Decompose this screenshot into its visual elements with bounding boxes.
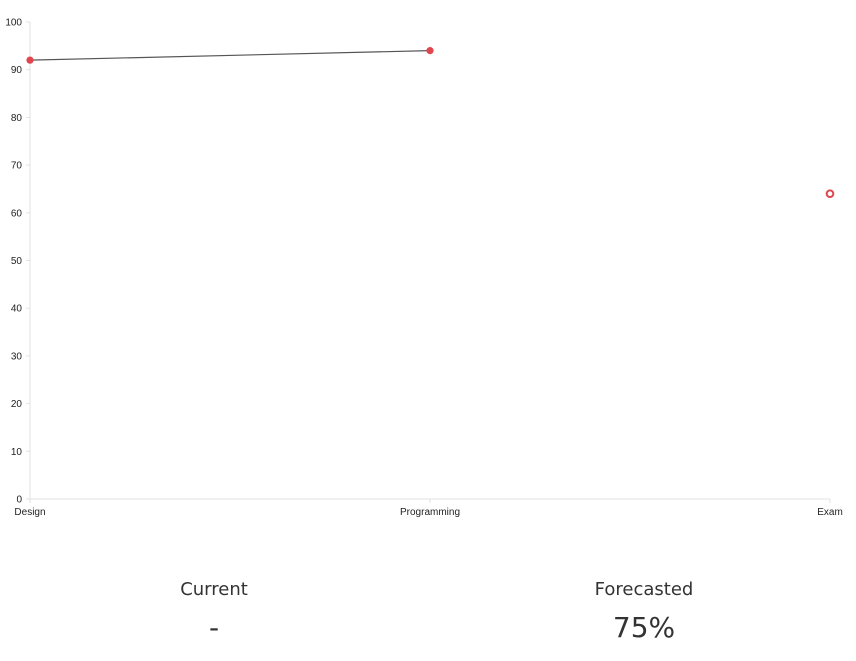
line-chart: 0 10 20 30 40 50 60 70 80 90 100 Design Programming E… [5,18,843,519]
y-tick-label: 20 [11,399,23,410]
forecast-point [825,189,835,199]
y-tick-label: 40 [11,304,23,315]
forecasted-label: Forecasted [594,579,694,600]
y-tick-label: 90 [11,65,23,76]
current-value: - [208,611,220,644]
y-tick-label: 30 [11,351,23,362]
x-tick-label: Programming [400,507,460,518]
y-tick-label: 80 [11,113,23,124]
y-tick-label: 0 [16,495,22,506]
y-tick-label: 10 [11,447,23,458]
current-stat: Current - [64,575,364,650]
series-line [29,50,431,61]
y-tick-label: 50 [11,256,23,267]
y-tick-label: 100 [5,18,22,29]
chart-area: 0 10 20 30 40 50 60 70 80 90 100 Design Programming E… [0,0,856,540]
y-tick-label: 60 [11,208,23,219]
stats-panel: Current - Forecasted 75% [0,575,856,661]
data-point [426,47,434,55]
x-tick-label: Exam [817,507,843,518]
forecasted-stat: Forecasted 75% [494,575,794,650]
data-point [26,56,34,64]
forecasted-value: 75% [612,611,676,644]
current-label: Current [180,579,248,600]
x-tick-label: Design [14,507,45,518]
y-tick-label: 70 [11,161,23,172]
